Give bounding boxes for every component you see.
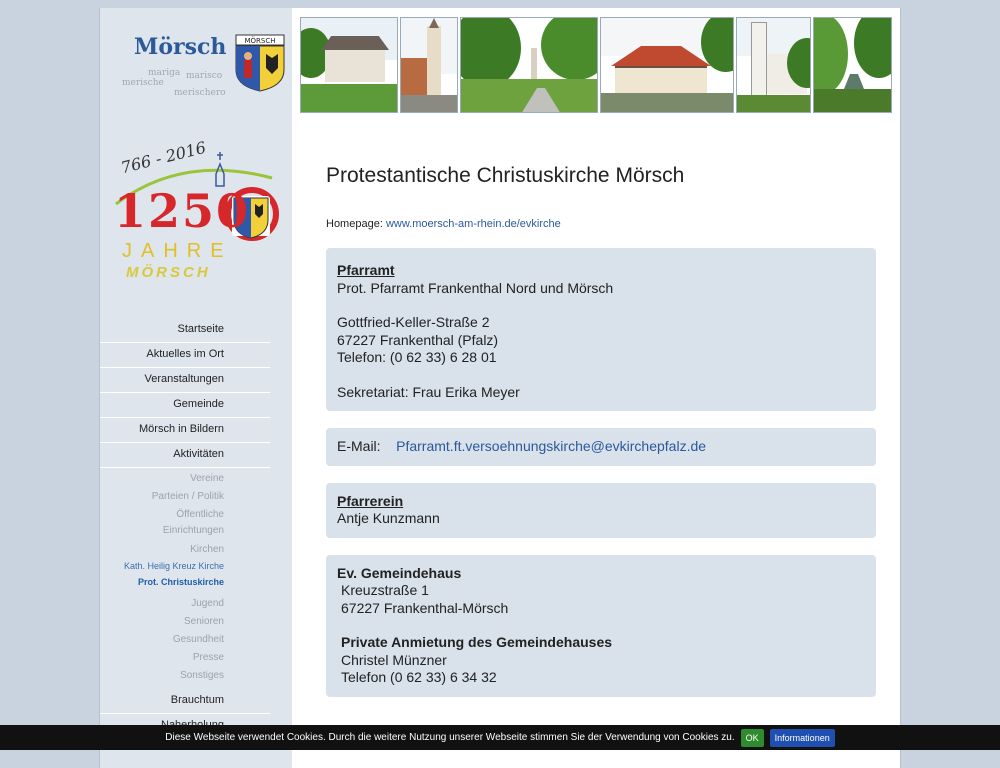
main-content: Protestantische Christuskirche Mörsch Ho… (326, 158, 876, 697)
banner-photo (600, 17, 734, 113)
banner-photo (460, 17, 598, 113)
gemeindehaus-city: 67227 Frankenthal-Mörsch (341, 599, 509, 616)
nav-sub-oeffentliche[interactable]: Öffentliche (100, 508, 270, 522)
nav-item-bilder[interactable]: Mörsch in Bildern (100, 418, 270, 443)
pfarramt-name: Prot. Pfarramt Frankenthal Nord und Mörs… (337, 279, 614, 296)
nav-label: Veranstaltungen (144, 373, 224, 385)
nav-sub-gesundheit[interactable]: Gesundheit (100, 633, 270, 647)
pfarramt-secretary: Sekretariat: Frau Erika Meyer (337, 383, 520, 400)
banner-photo (813, 17, 892, 113)
anniversary-number: 1250 (114, 184, 251, 238)
rental-contact: Christel Münzner (341, 651, 447, 668)
pfarramt-city: 67227 Frankenthal (Pfalz) (337, 331, 499, 348)
gemeindehaus-street: Kreuzstraße 1 (341, 582, 429, 598)
nav-sub-prot-christuskirche[interactable]: Prot. Christuskirche (100, 575, 270, 589)
homepage-line: Homepage: www.moersch-am-rhein.de/evkirc… (326, 218, 876, 230)
anniversary-jahre: JAHRE (122, 240, 233, 262)
nav-item-gemeinde[interactable]: Gemeinde (100, 393, 270, 418)
nav-sub-kirchen[interactable]: Kirchen (100, 543, 270, 557)
pfarramt-box: Pfarramt Prot. Pfarramt Frankenthal Nord… (326, 248, 876, 411)
photo-banner (300, 17, 892, 113)
coat-of-arms-icon: MÖRSCH (235, 34, 285, 92)
nav-label: Mörsch in Bildern (139, 423, 224, 435)
banner-photo (400, 17, 458, 113)
anniversary-ort: MÖRSCH (126, 264, 211, 281)
page-container: Mörsch mariga merische marisco merischer… (99, 8, 901, 768)
anniversary-logo: 766 - 2016 1250 JAHRE MÖRSCH (112, 134, 282, 284)
nav-label: Aktuelles im Ort (146, 348, 224, 360)
nav-item-startseite[interactable]: Startseite (100, 318, 270, 343)
cookie-info-button[interactable]: Informationen (769, 728, 835, 747)
site-logo[interactable]: Mörsch mariga merische marisco merischer… (110, 28, 285, 103)
nav-label: Aktivitäten (173, 448, 224, 460)
logo-word: merischero (174, 88, 226, 98)
pfarramt-street: Gottfried-Keller-Straße 2 (337, 314, 490, 330)
nav-label: Brauchtum (170, 694, 224, 706)
pfarramt-heading: Pfarramt (337, 262, 395, 278)
nav-item-veranstaltungen[interactable]: Veranstaltungen (100, 368, 270, 393)
pfarrerin-box: Pfarrerein Antje Kunzmann (326, 482, 876, 538)
homepage-link[interactable]: www.moersch-am-rhein.de/evkirche (386, 218, 561, 230)
nav-sub-presse[interactable]: Presse (100, 651, 270, 665)
nav-sub-vereine[interactable]: Vereine (100, 472, 270, 486)
nav-sub-kath-kirche[interactable]: Kath. Heilig Kreuz Kirche (100, 559, 270, 573)
nav-sub-jugend[interactable]: Jugend (100, 597, 270, 611)
logo-words: mariga merische marisco merischero (122, 68, 226, 98)
logo-word: marisco (186, 71, 223, 81)
coat-label: MÖRSCH (244, 36, 275, 45)
rental-phone: Telefon (0 62 33) 6 34 32 (341, 669, 497, 685)
gemeindehaus-heading: Ev. Gemeindehaus (337, 564, 462, 581)
cookie-ok-button[interactable]: OK (740, 728, 764, 747)
nav-item-aktivitaeten[interactable]: Aktivitäten (100, 443, 270, 468)
banner-photo (736, 17, 811, 113)
banner-photo (300, 17, 398, 113)
email-box: E-Mail: Pfarramt.ft.versoehnungskirche@e… (326, 428, 876, 466)
email-label: E-Mail: (337, 438, 381, 454)
sidebar: Mörsch mariga merische marisco merischer… (100, 8, 292, 768)
nav-sub-senioren[interactable]: Senioren (100, 615, 270, 629)
rental-heading: Private Anmietung des Gemeindehauses (341, 634, 613, 650)
pfarramt-phone: Telefon: (0 62 33) 6 28 01 (337, 349, 497, 365)
nav-sub-einrichtungen[interactable]: Einrichtungen (100, 523, 270, 539)
main-nav: Startseite Aktuelles im Ort Veranstaltun… (100, 318, 270, 739)
cookie-banner: Diese Webseite verwendet Cookies. Durch … (0, 725, 1000, 750)
nav-label: Gemeinde (173, 398, 224, 410)
homepage-label: Homepage: (326, 218, 383, 230)
gemeindehaus-box: Ev. Gemeindehaus Kreuzstraße 1 67227 Fra… (326, 554, 876, 697)
pfarrerin-heading: Pfarrerein (337, 492, 404, 509)
nav-label: Startseite (177, 323, 224, 335)
nav-item-brauchtum[interactable]: Brauchtum (100, 689, 270, 714)
cookie-text: Diese Webseite verwendet Cookies. Durch … (165, 732, 735, 743)
nav-item-aktuelles[interactable]: Aktuelles im Ort (100, 343, 270, 368)
email-link[interactable]: Pfarramt.ft.versoehnungskirche@evkirchep… (396, 438, 706, 454)
page-title: Protestantische Christuskirche Mörsch (326, 164, 685, 187)
nav-sub-sonstiges[interactable]: Sonstiges (100, 669, 270, 683)
logo-title: Mörsch (134, 34, 227, 60)
nav-sub-parteien[interactable]: Parteien / Politik (100, 490, 270, 504)
pfarrerin-name: Antje Kunzmann (337, 510, 440, 526)
